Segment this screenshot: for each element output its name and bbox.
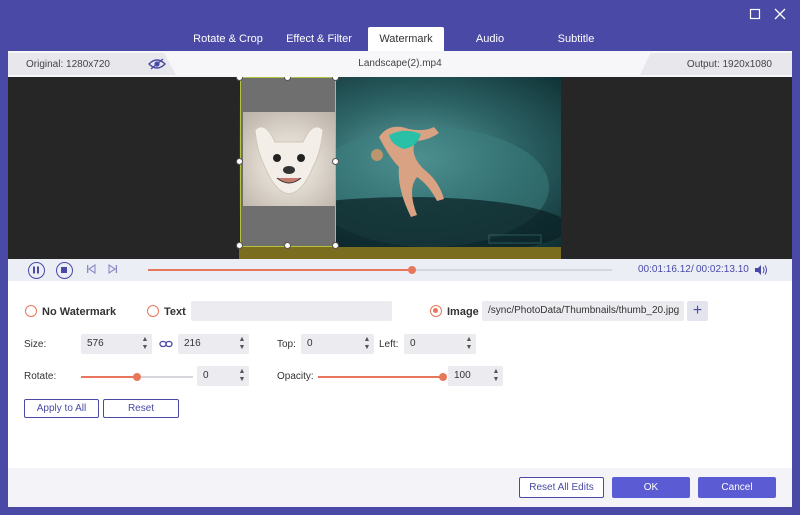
video-preview xyxy=(8,77,792,259)
cancel-button[interactable]: Cancel xyxy=(698,477,776,498)
skip-back-icon[interactable] xyxy=(84,263,98,277)
opacity-spinner-icon[interactable]: ▲ ▼ xyxy=(492,368,500,384)
progress-fill xyxy=(148,269,413,271)
top-input[interactable]: 0 ▲ ▼ xyxy=(301,334,374,354)
reset-all-edits-button[interactable]: Reset All Edits xyxy=(519,477,604,498)
watermark-overlay[interactable] xyxy=(240,77,336,247)
width-value: 576 xyxy=(87,338,104,349)
left-value: 0 xyxy=(410,338,416,349)
opacity-slider-fill xyxy=(318,376,443,378)
rotate-slider-fill xyxy=(81,376,137,378)
editor-panel: Original: 1280x720 Landscape(2).mp4 Outp… xyxy=(8,51,792,507)
rotate-input[interactable]: 0 ▲ ▼ xyxy=(197,366,249,386)
size-label: Size: xyxy=(24,339,47,350)
opacity-label: Opacity: xyxy=(277,371,314,382)
link-icon[interactable] xyxy=(159,338,173,350)
resize-handle-bl[interactable] xyxy=(236,242,243,249)
tab-effect-filter[interactable]: Effect & Filter xyxy=(279,27,359,51)
reset-button[interactable]: Reset xyxy=(103,399,179,418)
current-time: 00:01:16.12 xyxy=(638,264,691,275)
left-spinner-icon[interactable]: ▲ ▼ xyxy=(465,336,473,352)
opacity-input[interactable]: 100 ▲ ▼ xyxy=(448,366,503,386)
tab-bar: Rotate & Crop Effect & Filter Watermark … xyxy=(0,27,800,51)
rotate-slider-knob[interactable] xyxy=(133,373,141,381)
opacity-slider-knob[interactable] xyxy=(439,373,447,381)
progress-bar[interactable] xyxy=(148,266,612,274)
maximize-icon[interactable] xyxy=(747,7,763,23)
tab-audio[interactable]: Audio xyxy=(460,27,520,51)
no-watermark-radio[interactable] xyxy=(25,305,37,317)
image-label[interactable]: Image xyxy=(447,306,479,318)
image-path-field[interactable]: /sync/PhotoData/Thumbnails/thumb_20.jpg xyxy=(482,301,684,321)
height-input[interactable]: 216 ▲ ▼ xyxy=(178,334,249,354)
resize-handle-br[interactable] xyxy=(332,242,339,249)
width-input[interactable]: 576 ▲ ▼ xyxy=(81,334,152,354)
total-time: 00:02:13.10 xyxy=(696,264,749,275)
opacity-slider[interactable] xyxy=(318,373,447,381)
skip-forward-icon[interactable] xyxy=(106,263,120,277)
rotate-label: Rotate: xyxy=(24,371,57,382)
tab-rotate-crop[interactable]: Rotate & Crop xyxy=(187,27,269,51)
height-spinner-icon[interactable]: ▲ ▼ xyxy=(238,336,246,352)
stop-button[interactable] xyxy=(56,262,73,279)
tab-watermark[interactable]: Watermark xyxy=(368,27,444,51)
resize-handle-bm[interactable] xyxy=(284,242,291,249)
opacity-value: 100 xyxy=(454,370,471,381)
watermark-image xyxy=(243,112,335,206)
info-bar: Original: 1280x720 Landscape(2).mp4 Outp… xyxy=(8,51,792,77)
footer-bar: Reset All Edits OK Cancel xyxy=(8,468,792,507)
no-watermark-label[interactable]: No Watermark xyxy=(42,306,116,318)
time-separator: / xyxy=(691,264,694,275)
add-image-button[interactable]: + xyxy=(687,301,708,321)
playback-controls: 00:01:16.12 / 00:02:13.10 xyxy=(8,259,792,281)
tab-subtitle[interactable]: Subtitle xyxy=(545,27,607,51)
image-radio[interactable] xyxy=(430,305,442,317)
pause-button[interactable] xyxy=(28,262,45,279)
ok-button[interactable]: OK xyxy=(612,477,690,498)
close-icon[interactable] xyxy=(772,7,788,23)
width-spinner-icon[interactable]: ▲ ▼ xyxy=(141,336,149,352)
rotate-value: 0 xyxy=(203,370,209,381)
volume-icon[interactable] xyxy=(754,264,768,276)
left-label: Left: xyxy=(379,339,399,350)
output-resolution: Output: 1920x1080 xyxy=(686,59,772,70)
top-spinner-icon[interactable]: ▲ ▼ xyxy=(363,336,371,352)
top-value: 0 xyxy=(307,338,313,349)
rotate-spinner-icon[interactable]: ▲ ▼ xyxy=(238,368,246,384)
left-input[interactable]: 0 ▲ ▼ xyxy=(404,334,476,354)
height-value: 216 xyxy=(184,338,201,349)
apply-to-all-button[interactable]: Apply to All xyxy=(24,399,99,418)
rotate-slider[interactable] xyxy=(81,373,193,381)
progress-knob[interactable] xyxy=(408,266,417,274)
resize-handle-mr[interactable] xyxy=(332,158,339,165)
text-label[interactable]: Text xyxy=(164,306,186,318)
text-radio[interactable] xyxy=(147,305,159,317)
resize-handle-ml[interactable] xyxy=(236,158,243,165)
top-label: Top: xyxy=(277,339,296,350)
text-input[interactable] xyxy=(191,301,392,321)
